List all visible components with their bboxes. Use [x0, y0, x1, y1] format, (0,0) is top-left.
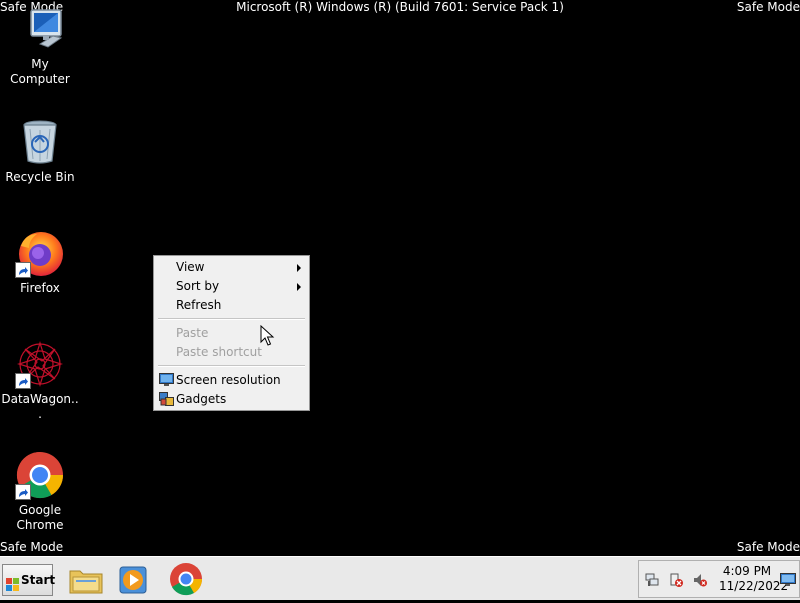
- menu-item-view[interactable]: View: [156, 258, 307, 277]
- submenu-arrow-icon: [297, 264, 301, 272]
- gadgets-icon: [159, 392, 174, 406]
- taskbar-explorer-button[interactable]: [66, 561, 106, 597]
- clock-time: 4:09 PM: [722, 564, 772, 578]
- menu-item-label: Sort by: [176, 279, 220, 293]
- desktop-icon-label: Recycle Bin: [5, 170, 75, 184]
- shortcut-arrow-icon: [15, 262, 31, 278]
- desktop-icon-label: Firefox: [20, 281, 60, 295]
- computer-icon: [15, 4, 65, 54]
- submenu-arrow-icon: [297, 283, 301, 291]
- action-center-icon[interactable]: [669, 572, 683, 587]
- menu-item-label: Refresh: [176, 298, 222, 312]
- menu-item-label: Paste: [176, 326, 209, 340]
- safe-mode-label-top-right: Safe Mode: [736, 0, 800, 14]
- firefox-icon: [15, 228, 65, 278]
- desktop-context-menu: View Sort by Refresh Paste Paste shortcu…: [153, 255, 310, 411]
- start-label: Start: [21, 573, 56, 587]
- desktop-icon-label: DataWagon...: [1, 392, 79, 421]
- menu-item-paste-shortcut: Paste shortcut: [156, 343, 307, 362]
- menu-item-label: View: [176, 260, 205, 274]
- build-title: Microsoft (R) Windows (R) (Build 7601: S…: [236, 0, 564, 14]
- desktop-icon-datawagon[interactable]: DataWagon...: [0, 339, 80, 422]
- menu-item-paste: Paste: [156, 324, 307, 343]
- clock[interactable]: 4:09 PM 11/22/2022: [719, 564, 789, 594]
- explorer-icon: [66, 570, 106, 601]
- clock-date: 11/22/2022: [719, 579, 789, 593]
- menu-separator: [158, 365, 305, 367]
- shortcut-arrow-icon: [15, 373, 31, 389]
- datawagon-icon: [15, 339, 65, 389]
- safe-mode-label-bottom-right: Safe Mode: [736, 540, 800, 554]
- menu-item-sort-by[interactable]: Sort by: [156, 277, 307, 296]
- safe-mode-label-bottom-left: Safe Mode: [0, 540, 64, 554]
- start-button[interactable]: Start: [2, 564, 56, 596]
- recycle-bin-icon: [15, 117, 65, 167]
- chrome-icon: [166, 563, 206, 601]
- desktop-icon-label: My Computer: [10, 57, 70, 86]
- show-desktop-icon[interactable]: [780, 572, 796, 586]
- menu-item-gadgets[interactable]: Gadgets: [156, 390, 307, 409]
- desktop-icon-firefox[interactable]: Firefox: [0, 228, 80, 296]
- desktop-icon-google-chrome[interactable]: Google Chrome: [0, 450, 80, 533]
- volume-muted-icon[interactable]: [693, 572, 707, 587]
- menu-item-label: Gadgets: [176, 392, 227, 406]
- system-tray: 4:09 PM 11/22/2022: [638, 560, 800, 598]
- taskbar-media-player-button[interactable]: [114, 561, 154, 597]
- menu-item-refresh[interactable]: Refresh: [156, 296, 307, 315]
- desktop-icon-my-computer[interactable]: My Computer: [0, 4, 80, 87]
- screen-resolution-icon: [159, 373, 174, 387]
- taskbar: Start 4:09 PM 11/22/2022: [0, 556, 800, 600]
- desktop-icon-label: Google Chrome: [16, 503, 64, 532]
- taskbar-chrome-button[interactable]: [166, 561, 206, 597]
- network-icon[interactable]: [645, 572, 659, 586]
- shortcut-arrow-icon: [15, 484, 31, 500]
- desktop-icon-recycle-bin[interactable]: Recycle Bin: [0, 117, 80, 185]
- menu-item-screen-resolution[interactable]: Screen resolution: [156, 371, 307, 390]
- menu-item-label: Screen resolution: [176, 373, 281, 387]
- menu-separator: [158, 318, 305, 320]
- chrome-icon: [15, 450, 65, 500]
- windows-logo-icon: [6, 573, 20, 591]
- mouse-cursor-icon: [260, 324, 276, 347]
- menu-item-label: Paste shortcut: [176, 345, 262, 359]
- media-player-icon: [114, 566, 154, 601]
- desktop[interactable]: Safe Mode Microsoft (R) Windows (R) (Bui…: [0, 0, 800, 556]
